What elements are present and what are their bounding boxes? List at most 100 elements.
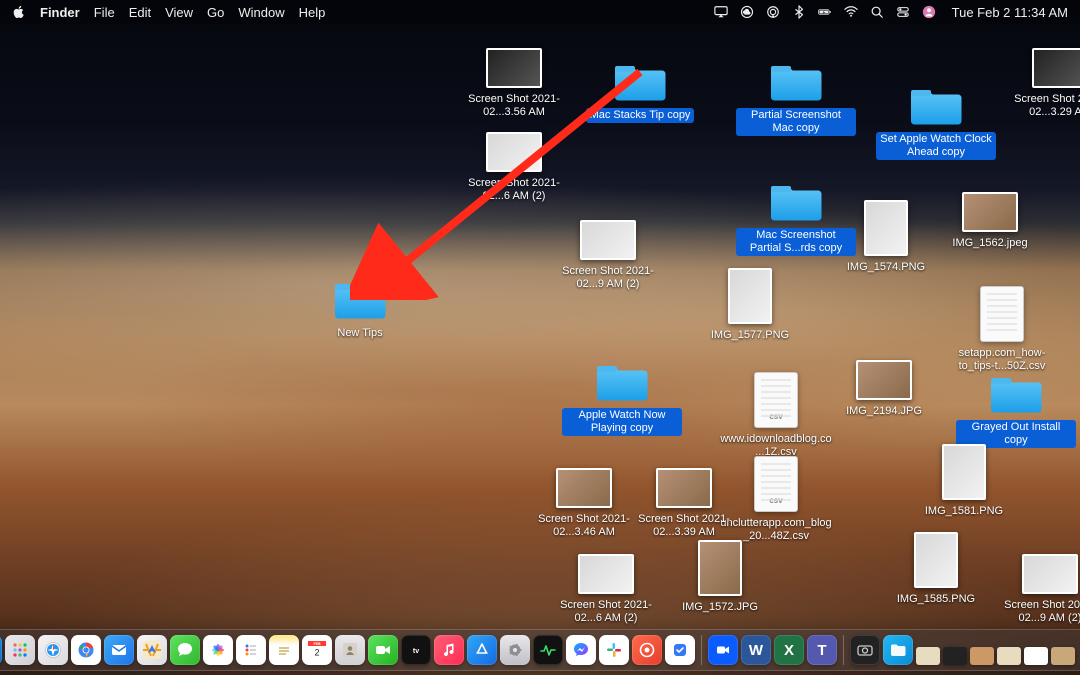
thumbnail-icon [556, 468, 612, 508]
airplay-icon[interactable] [766, 5, 780, 19]
dock-app-settings[interactable] [500, 635, 530, 665]
dock-app-launchpad[interactable] [5, 635, 35, 665]
desktop-item-img-1572[interactable]: IMG_1572.JPG [660, 540, 780, 615]
dock-minimized-window[interactable] [943, 647, 967, 665]
user-menu-icon[interactable] [922, 5, 936, 19]
desktop-item-folder-apple-watch-clock[interactable]: Set Apple Watch Clock Ahead copy [876, 84, 996, 160]
dock-app-slack[interactable] [599, 635, 629, 665]
desktop-item-img-1577[interactable]: IMG_1577.PNG [690, 268, 810, 343]
svg-text:FEB: FEB [314, 642, 321, 646]
desktop-item-img-1585[interactable]: IMG_1585.PNG [876, 532, 996, 607]
dock-app-finder[interactable] [0, 635, 2, 665]
menubar-item-view[interactable]: View [165, 5, 193, 20]
desktop-item-folder-partial-ss[interactable]: Partial Screenshot Mac copy [736, 60, 856, 136]
folder-icon [332, 278, 388, 322]
menubar-item-help[interactable]: Help [299, 5, 326, 20]
dock-app-facetime[interactable] [368, 635, 398, 665]
menubar-clock[interactable]: Tue Feb 2 11:34 AM [952, 5, 1068, 20]
dock-app-chrome[interactable] [71, 635, 101, 665]
desktop-item-img-1581[interactable]: IMG_1581.PNG [904, 444, 1024, 519]
menubar-item-edit[interactable]: Edit [129, 5, 151, 20]
menubar-right: Tue Feb 2 11:34 AM [714, 5, 1068, 20]
desktop-item-idb-csv[interactable]: www.idownloadblog.co...1Z.csv [716, 372, 836, 460]
desktop-item-ss-1129[interactable]: Screen Shot 2021-02...3.29 AM [1000, 48, 1080, 120]
desktop-item-ss-2-9am[interactable]: Screen Shot 2021-02...9 AM (2) [548, 220, 668, 292]
dock-minimized-window[interactable] [997, 647, 1021, 665]
menubar-item-file[interactable]: File [94, 5, 115, 20]
desktop-item-label: IMG_1585.PNG [893, 592, 979, 607]
dock-app-photos[interactable] [203, 635, 233, 665]
dock-app-safari[interactable] [38, 635, 68, 665]
thumbnail-icon [914, 532, 958, 588]
folder-icon [594, 360, 650, 404]
folder-icon [612, 60, 668, 104]
dock-app-screenshot[interactable] [850, 635, 880, 665]
menubar-left: Finder File Edit View Go Window Help [12, 5, 325, 20]
desktop-item-folder-new-tips[interactable]: New Tips [300, 278, 420, 341]
desktop-item-folder-mac-stacks[interactable]: Mac Stacks Tip copy [580, 60, 700, 123]
dock-app-maps[interactable] [137, 635, 167, 665]
thumbnail-icon [578, 554, 634, 594]
desktop-item-img-1574[interactable]: IMG_1574.PNG [826, 200, 946, 275]
desktop-item-img-2194[interactable]: IMG_2194.JPG [824, 360, 944, 419]
dock-app-word[interactable]: W [741, 635, 771, 665]
thumbnail-icon [1032, 48, 1080, 88]
dock-minimized-window[interactable] [970, 647, 994, 665]
thumbnail-icon [486, 132, 542, 172]
desktop-item-label: IMG_1572.JPG [678, 600, 762, 615]
dock-app-teams[interactable]: T [807, 635, 837, 665]
dock-minimized-window[interactable] [1024, 647, 1048, 665]
dock-app-messenger[interactable] [566, 635, 596, 665]
menubar-app-name[interactable]: Finder [40, 5, 80, 20]
dock-app-notes[interactable] [269, 635, 299, 665]
desktop-item-label: Screen Shot 2021-02...6 AM (2) [454, 176, 574, 204]
desktop-item-ss-2-6am[interactable]: Screen Shot 2021-02...6 AM (2) [454, 132, 574, 204]
dock-app-excel[interactable]: X [774, 635, 804, 665]
desktop-item-ss-9am-b[interactable]: Screen Shot 2021-02...9 AM (2) [990, 554, 1080, 626]
desktop-item-label: Screen Shot 2021-02...6 AM (2) [546, 598, 666, 626]
dock-app-cleanshot[interactable] [632, 635, 662, 665]
dock-app-contacts[interactable] [335, 635, 365, 665]
svg-text:tv: tv [413, 648, 419, 655]
thumbnail-icon [856, 360, 912, 400]
battery-icon[interactable] [818, 5, 832, 19]
control-center-icon[interactable] [896, 5, 910, 19]
dock-app-downloads[interactable] [883, 635, 913, 665]
desktop-item-setapp-csv[interactable]: setapp.com_how-to_tips-t...50Z.csv [942, 286, 1062, 374]
dock-app-music[interactable] [434, 635, 464, 665]
dock: FEB2 tv WXT [0, 629, 1080, 671]
dock-app-mail[interactable] [104, 635, 134, 665]
dock-minimized-window[interactable] [916, 647, 940, 665]
desktop-item-label: Apple Watch Now Playing copy [562, 408, 682, 436]
creative-cloud-icon[interactable] [740, 5, 754, 19]
desktop-item-label: IMG_1581.PNG [921, 504, 1007, 519]
screen-mirror-icon[interactable] [714, 5, 728, 19]
desktop-item-ss-1156[interactable]: Screen Shot 2021-02...3.56 AM [454, 48, 574, 120]
dock-app-reminders[interactable] [236, 635, 266, 665]
dock-app-activity[interactable] [533, 635, 563, 665]
thumbnail-icon [942, 444, 986, 500]
thumbnail-icon [698, 540, 742, 596]
dock-app-calendar[interactable]: FEB2 [302, 635, 332, 665]
desktop-item-folder-apple-watch-now[interactable]: Apple Watch Now Playing copy [562, 360, 682, 436]
dock-app-things[interactable] [665, 635, 695, 665]
dock-app-tv[interactable]: tv [401, 635, 431, 665]
desktop[interactable]: Screen Shot 2021-02...3.56 AMMac Stacks … [0, 24, 1080, 675]
wifi-icon[interactable] [844, 5, 858, 19]
menubar: Finder File Edit View Go Window Help Tue… [0, 0, 1080, 24]
desktop-item-ss-339[interactable]: Screen Shot 2021-02...3.39 AM [624, 468, 744, 540]
apple-menu-icon[interactable] [12, 5, 26, 19]
menubar-item-window[interactable]: Window [238, 5, 284, 20]
dock-app-zoom[interactable] [708, 635, 738, 665]
menubar-item-go[interactable]: Go [207, 5, 224, 20]
desktop-item-img-1562[interactable]: IMG_1562.jpeg [930, 192, 1050, 251]
desktop-item-label: IMG_1574.PNG [843, 260, 929, 275]
dock-app-messages[interactable] [170, 635, 200, 665]
dock-minimized-window[interactable] [1051, 647, 1075, 665]
desktop-item-label: Screen Shot 2021-02...9 AM (2) [990, 598, 1080, 626]
desktop-item-ss-6am-b[interactable]: Screen Shot 2021-02...6 AM (2) [546, 554, 666, 626]
dock-app-appstore[interactable] [467, 635, 497, 665]
desktop-item-folder-grayed[interactable]: Grayed Out Install copy [956, 372, 1076, 448]
bluetooth-icon[interactable] [792, 5, 806, 19]
spotlight-icon[interactable] [870, 5, 884, 19]
